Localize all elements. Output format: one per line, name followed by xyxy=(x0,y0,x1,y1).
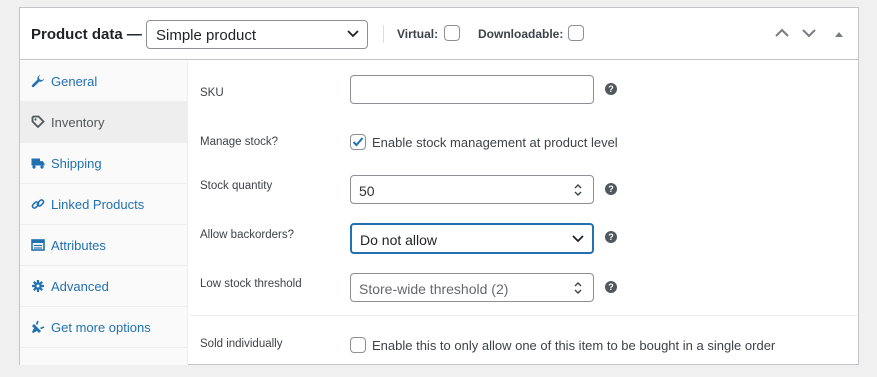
move-up-button[interactable] xyxy=(774,25,790,46)
move-down-button[interactable] xyxy=(801,25,817,46)
tab-advanced[interactable]: Advanced xyxy=(20,266,188,307)
link-icon xyxy=(31,199,45,209)
sku-help-icon[interactable]: ? xyxy=(605,83,617,95)
product-data-header: Product data — Simple product Virtual: D… xyxy=(20,8,858,60)
product-type-select[interactable]: Simple product xyxy=(146,20,368,49)
backorders-help-icon[interactable]: ? xyxy=(605,231,617,243)
list-table-icon xyxy=(31,239,45,251)
virtual-checkbox[interactable] xyxy=(444,25,460,41)
tab-advanced-label: Advanced xyxy=(51,279,109,294)
stock-quantity-help-icon[interactable]: ? xyxy=(605,183,617,195)
spinner-arrows-icon[interactable] xyxy=(573,281,583,295)
product-data-title: Product data — xyxy=(31,26,142,43)
tab-general-label: General xyxy=(51,74,98,89)
downloadable-label: Downloadable: xyxy=(478,27,564,41)
low-stock-threshold-placeholder: Store-wide threshold (2) xyxy=(359,281,509,297)
tag-icon xyxy=(31,115,45,129)
tab-attributes[interactable]: Attributes xyxy=(20,225,188,266)
product-data-tabs: General Inventory Shipping Linked Produc… xyxy=(20,61,188,365)
tab-linked-products-label: Linked Products xyxy=(51,197,145,212)
sold-individually-text: Enable this to only allow one of this it… xyxy=(372,338,776,353)
sku-label: SKU xyxy=(200,87,224,99)
backorders-select[interactable]: Do not allow xyxy=(350,223,594,254)
manage-stock-checkbox[interactable] xyxy=(350,134,366,150)
triangle-up-icon xyxy=(835,32,843,37)
backorders-label: Allow backorders? xyxy=(200,229,294,241)
chevron-down-icon xyxy=(802,29,816,38)
wrench-icon xyxy=(31,75,44,88)
spinner-arrows-icon[interactable] xyxy=(573,183,583,197)
truck-icon xyxy=(31,158,45,169)
low-stock-threshold-label: Low stock threshold xyxy=(200,278,302,290)
product-type-value: Simple product xyxy=(156,27,257,44)
sold-individually-checkbox[interactable] xyxy=(350,337,366,353)
chevron-down-icon xyxy=(347,30,359,38)
tab-get-more-options[interactable]: Get more options xyxy=(20,307,188,348)
tab-attributes-label: Attributes xyxy=(51,238,106,253)
tab-inventory-label: Inventory xyxy=(51,115,105,130)
tab-general[interactable]: General xyxy=(20,61,188,102)
gear-icon xyxy=(32,280,44,292)
tab-inventory[interactable]: Inventory xyxy=(20,102,188,143)
header-divider xyxy=(383,25,384,43)
stock-quantity-value: 50 xyxy=(359,183,375,199)
low-stock-threshold-help-icon[interactable]: ? xyxy=(605,281,617,293)
sold-individually-label: Sold individually xyxy=(200,338,283,350)
stock-quantity-label: Stock quantity xyxy=(200,180,273,192)
tab-shipping[interactable]: Shipping xyxy=(20,143,188,184)
downloadable-checkbox[interactable] xyxy=(568,25,584,41)
manage-stock-label: Manage stock? xyxy=(200,136,278,148)
low-stock-threshold-input[interactable]: Store-wide threshold (2) xyxy=(350,273,594,302)
virtual-label: Virtual: xyxy=(397,27,439,41)
checkmark-icon xyxy=(352,137,364,147)
chevron-down-icon xyxy=(572,235,584,243)
manage-stock-text: Enable stock management at product level xyxy=(372,135,618,150)
chevron-up-icon xyxy=(775,28,789,37)
plugin-icon xyxy=(32,320,45,333)
backorders-value: Do not allow xyxy=(360,232,438,248)
tab-get-more-options-label: Get more options xyxy=(51,320,151,335)
stock-quantity-input[interactable]: 50 xyxy=(350,175,594,204)
inventory-panel: SKU ? Manage stock? Enable stock managem… xyxy=(189,61,858,365)
sku-input[interactable] xyxy=(350,75,594,104)
toggle-panel-button[interactable] xyxy=(833,27,845,45)
section-divider xyxy=(189,315,858,316)
tab-shipping-label: Shipping xyxy=(51,156,102,171)
product-data-panel: Product data — Simple product Virtual: D… xyxy=(19,7,859,365)
tab-linked-products[interactable]: Linked Products xyxy=(20,184,188,225)
